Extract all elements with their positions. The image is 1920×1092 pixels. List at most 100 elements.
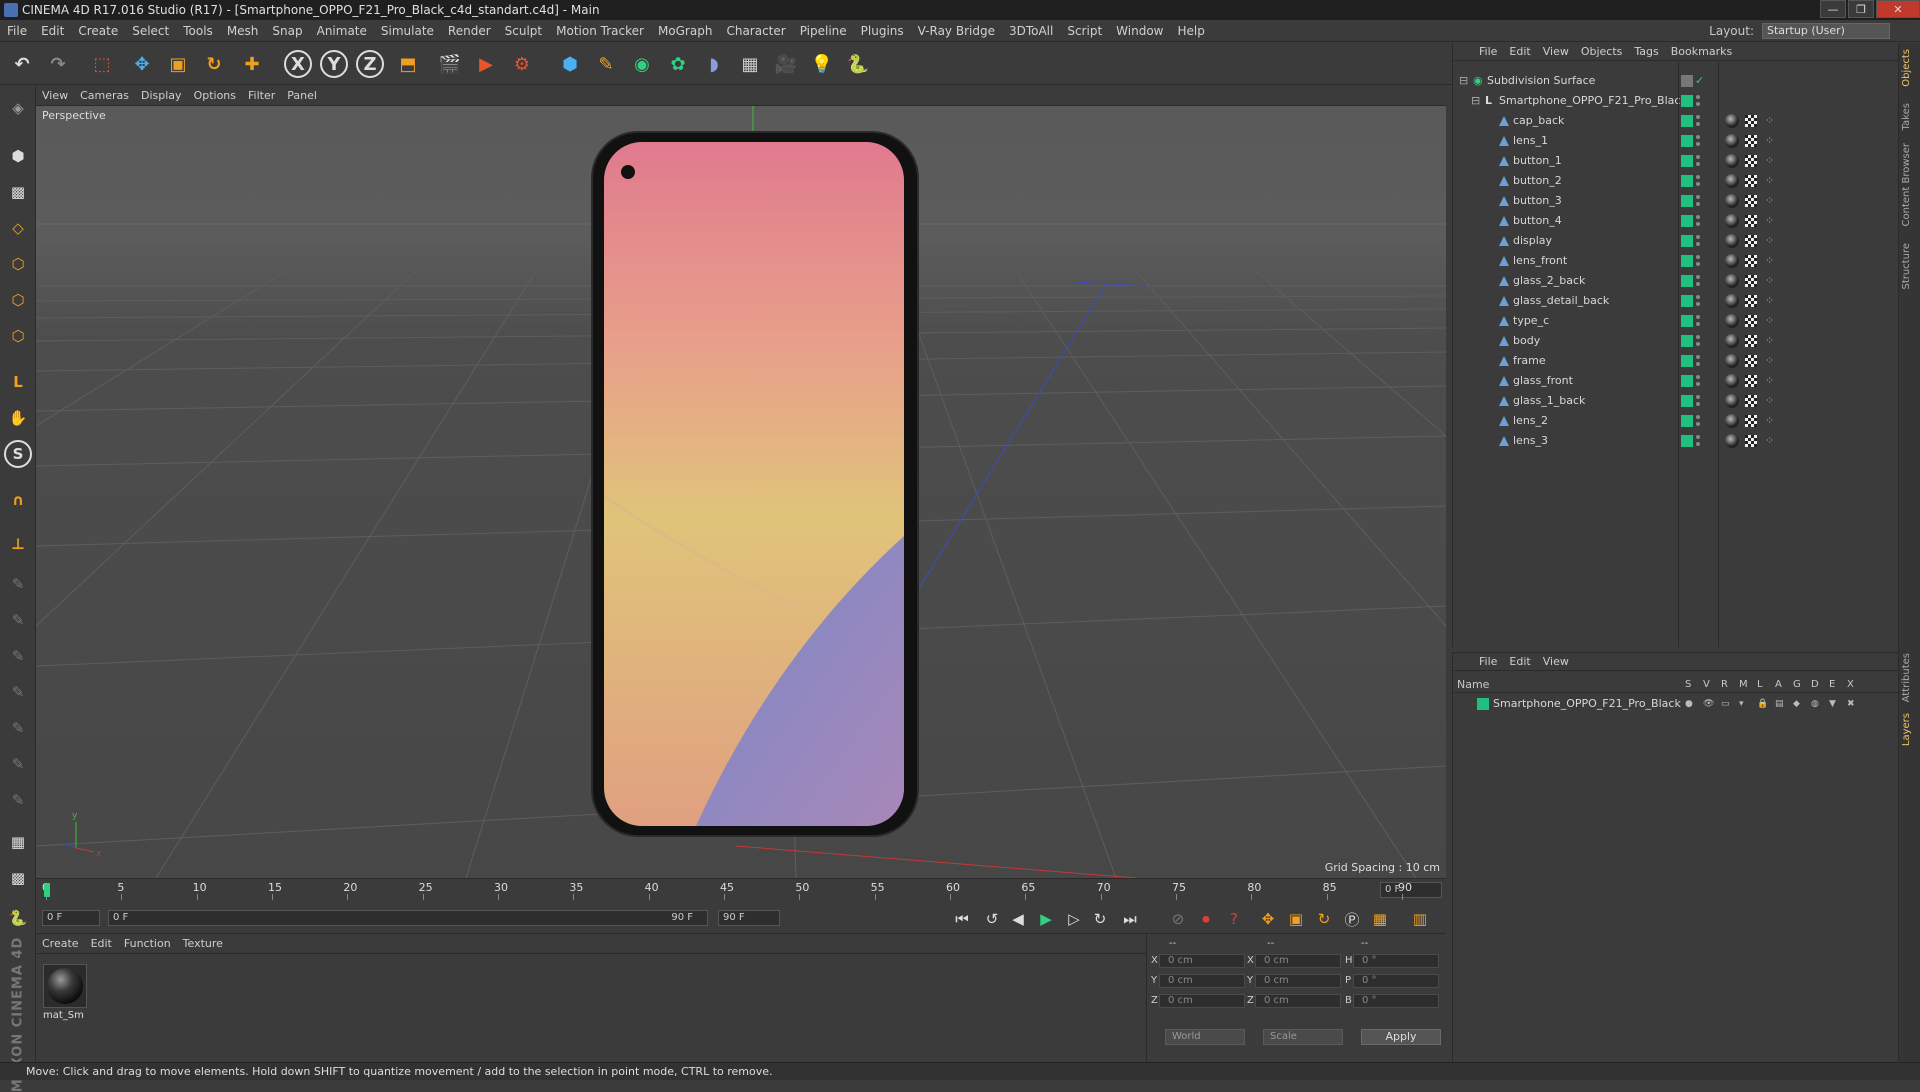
polygons-mode-icon[interactable]: ⬡ (4, 322, 32, 350)
visibility-toggle[interactable] (1696, 173, 1700, 189)
layer-toggle-x-icon[interactable]: ✖ (1847, 695, 1855, 713)
object-menu-tags[interactable]: Tags (1628, 45, 1664, 58)
timeline-window-icon[interactable]: ▥ (1408, 908, 1432, 930)
layer-toggle-e-icon[interactable]: ▼ (1829, 695, 1836, 713)
phong-tag-icon[interactable]: ⁘ (1765, 275, 1777, 287)
object-row-button-4[interactable]: button_4 ⁘ (1453, 211, 1899, 231)
material-menu-function[interactable]: Function (118, 937, 177, 950)
layer-toggle-a-icon[interactable]: ▤ (1775, 695, 1784, 713)
layer-color-swatch[interactable] (1681, 155, 1693, 167)
menu-item-mograph[interactable]: MoGraph (651, 24, 720, 38)
material-tag-icon[interactable] (1725, 134, 1739, 148)
phong-tag-icon[interactable]: ⁘ (1765, 335, 1777, 347)
side-tab-objects[interactable]: Objects (1901, 49, 1919, 87)
viewport-menu-panel[interactable]: Panel (281, 89, 323, 102)
phong-tag-icon[interactable]: ⁘ (1765, 215, 1777, 227)
undo-icon[interactable]: ↶ (8, 50, 36, 78)
3d-viewport[interactable]: y x Perspective Grid Spacing : 10 cm (36, 106, 1446, 878)
object-row-frame[interactable]: frame ⁘ (1453, 351, 1899, 371)
go-to-start-icon[interactable]: ⏮ (950, 908, 974, 930)
key-rotate-icon[interactable]: ↻ (1312, 908, 1336, 930)
material-menu-edit[interactable]: Edit (85, 937, 118, 950)
layer-color-swatch[interactable] (1681, 415, 1693, 427)
viewport-menu-cameras[interactable]: Cameras (74, 89, 135, 102)
texture-tag-icon[interactable] (1745, 255, 1757, 267)
layer-color-swatch[interactable] (1681, 115, 1693, 127)
layer-menu-view[interactable]: View (1537, 655, 1575, 668)
render-view-icon[interactable]: 🎬 (436, 50, 464, 78)
texture-tag-icon[interactable] (1745, 135, 1757, 147)
layer-menu-edit[interactable]: Edit (1503, 655, 1536, 668)
visibility-toggle[interactable] (1696, 313, 1700, 329)
visibility-toggle[interactable] (1696, 233, 1700, 249)
brush-7-icon[interactable]: ✎ (4, 786, 32, 814)
menu-item-select[interactable]: Select (125, 24, 176, 38)
coord-value-field[interactable]: 0 cm (1255, 954, 1341, 968)
layout-dropdown[interactable]: Startup (User) (1762, 23, 1890, 39)
last-tool-icon[interactable]: ✚ (238, 50, 266, 78)
menu-item-file[interactable]: File (0, 24, 34, 38)
menu-item-create[interactable]: Create (71, 24, 125, 38)
visibility-toggle[interactable] (1696, 273, 1700, 289)
brush-3-icon[interactable]: ✎ (4, 642, 32, 670)
menu-item-help[interactable]: Help (1170, 24, 1211, 38)
material-tag-icon[interactable] (1725, 434, 1739, 448)
layer-column-x[interactable]: X (1847, 677, 1854, 693)
object-menu-view[interactable]: View (1537, 45, 1575, 58)
texture-tag-icon[interactable] (1745, 115, 1757, 127)
menu-item-plugins[interactable]: Plugins (854, 24, 911, 38)
key-move-icon[interactable]: ✥ (1256, 908, 1280, 930)
snap-icon[interactable]: S (4, 440, 32, 468)
visibility-toggle[interactable] (1696, 353, 1700, 369)
redo-icon[interactable]: ↷ (44, 50, 72, 78)
object-row-lens-2[interactable]: lens_2 ⁘ (1453, 411, 1899, 431)
visibility-toggle[interactable] (1696, 153, 1700, 169)
viewport-menu-display[interactable]: Display (135, 89, 188, 102)
play-icon[interactable]: ▶ (1034, 908, 1058, 930)
rotate-tool-icon[interactable]: ↻ (200, 50, 228, 78)
enabled-check-icon[interactable]: ✓ (1695, 71, 1704, 91)
layer-color-swatch[interactable] (1477, 698, 1489, 710)
object-row-lens-1[interactable]: lens_1 ⁘ (1453, 131, 1899, 151)
object-row-glass-2-back[interactable]: glass_2_back ⁘ (1453, 271, 1899, 291)
texture-tag-icon[interactable] (1745, 355, 1757, 367)
editor-render-toggle-icon[interactable] (1681, 75, 1693, 87)
material-tag-icon[interactable] (1725, 174, 1739, 188)
points-mode-icon[interactable]: ⬡ (4, 250, 32, 278)
phong-tag-icon[interactable]: ⁘ (1765, 235, 1777, 247)
layer-column-g[interactable]: G (1793, 677, 1801, 693)
visibility-toggle[interactable] (1696, 293, 1700, 309)
visibility-toggle[interactable] (1696, 213, 1700, 229)
brush-5-icon[interactable]: ✎ (4, 714, 32, 742)
side-tab-attributes[interactable]: Attributes (1901, 653, 1919, 702)
coord-mode-dropdown[interactable]: World (1165, 1029, 1245, 1045)
layer-column-m[interactable]: M (1739, 677, 1748, 693)
next-key-icon[interactable]: ↻ (1088, 908, 1112, 930)
axis-mode-icon[interactable]: L (4, 368, 32, 396)
coord-value-field[interactable]: 0 cm (1159, 994, 1245, 1008)
end-frame-field[interactable]: 90 F (718, 910, 780, 926)
phong-tag-icon[interactable]: ⁘ (1765, 295, 1777, 307)
apply-button[interactable]: Apply (1361, 1029, 1441, 1045)
object-row-button-3[interactable]: button_3 ⁘ (1453, 191, 1899, 211)
layer-column-s[interactable]: S (1685, 677, 1691, 693)
menu-item-render[interactable]: Render (441, 24, 498, 38)
side-tab-layers[interactable]: Layers (1901, 713, 1919, 746)
material-tag-icon[interactable] (1725, 154, 1739, 168)
layer-color-swatch[interactable] (1681, 435, 1693, 447)
script-python-icon[interactable]: 🐍 (4, 904, 32, 932)
material-menu-texture[interactable]: Texture (177, 937, 229, 950)
menu-item-window[interactable]: Window (1109, 24, 1170, 38)
autokey-icon[interactable]: ? (1222, 908, 1246, 930)
coord-value-field[interactable]: 0 cm (1255, 974, 1341, 988)
object-row-type-c[interactable]: type_c ⁘ (1453, 311, 1899, 331)
phong-tag-icon[interactable]: ⁘ (1765, 415, 1777, 427)
viewport-menu-options[interactable]: Options (188, 89, 242, 102)
brush-6-icon[interactable]: ✎ (4, 750, 32, 778)
menu-item-script[interactable]: Script (1060, 24, 1109, 38)
material-tag-icon[interactable] (1725, 214, 1739, 228)
python-icon[interactable]: 🐍 (844, 50, 872, 78)
layer-menu-file[interactable]: File (1473, 655, 1503, 668)
texture-tag-icon[interactable] (1745, 295, 1757, 307)
layer-color-swatch[interactable] (1681, 135, 1693, 147)
